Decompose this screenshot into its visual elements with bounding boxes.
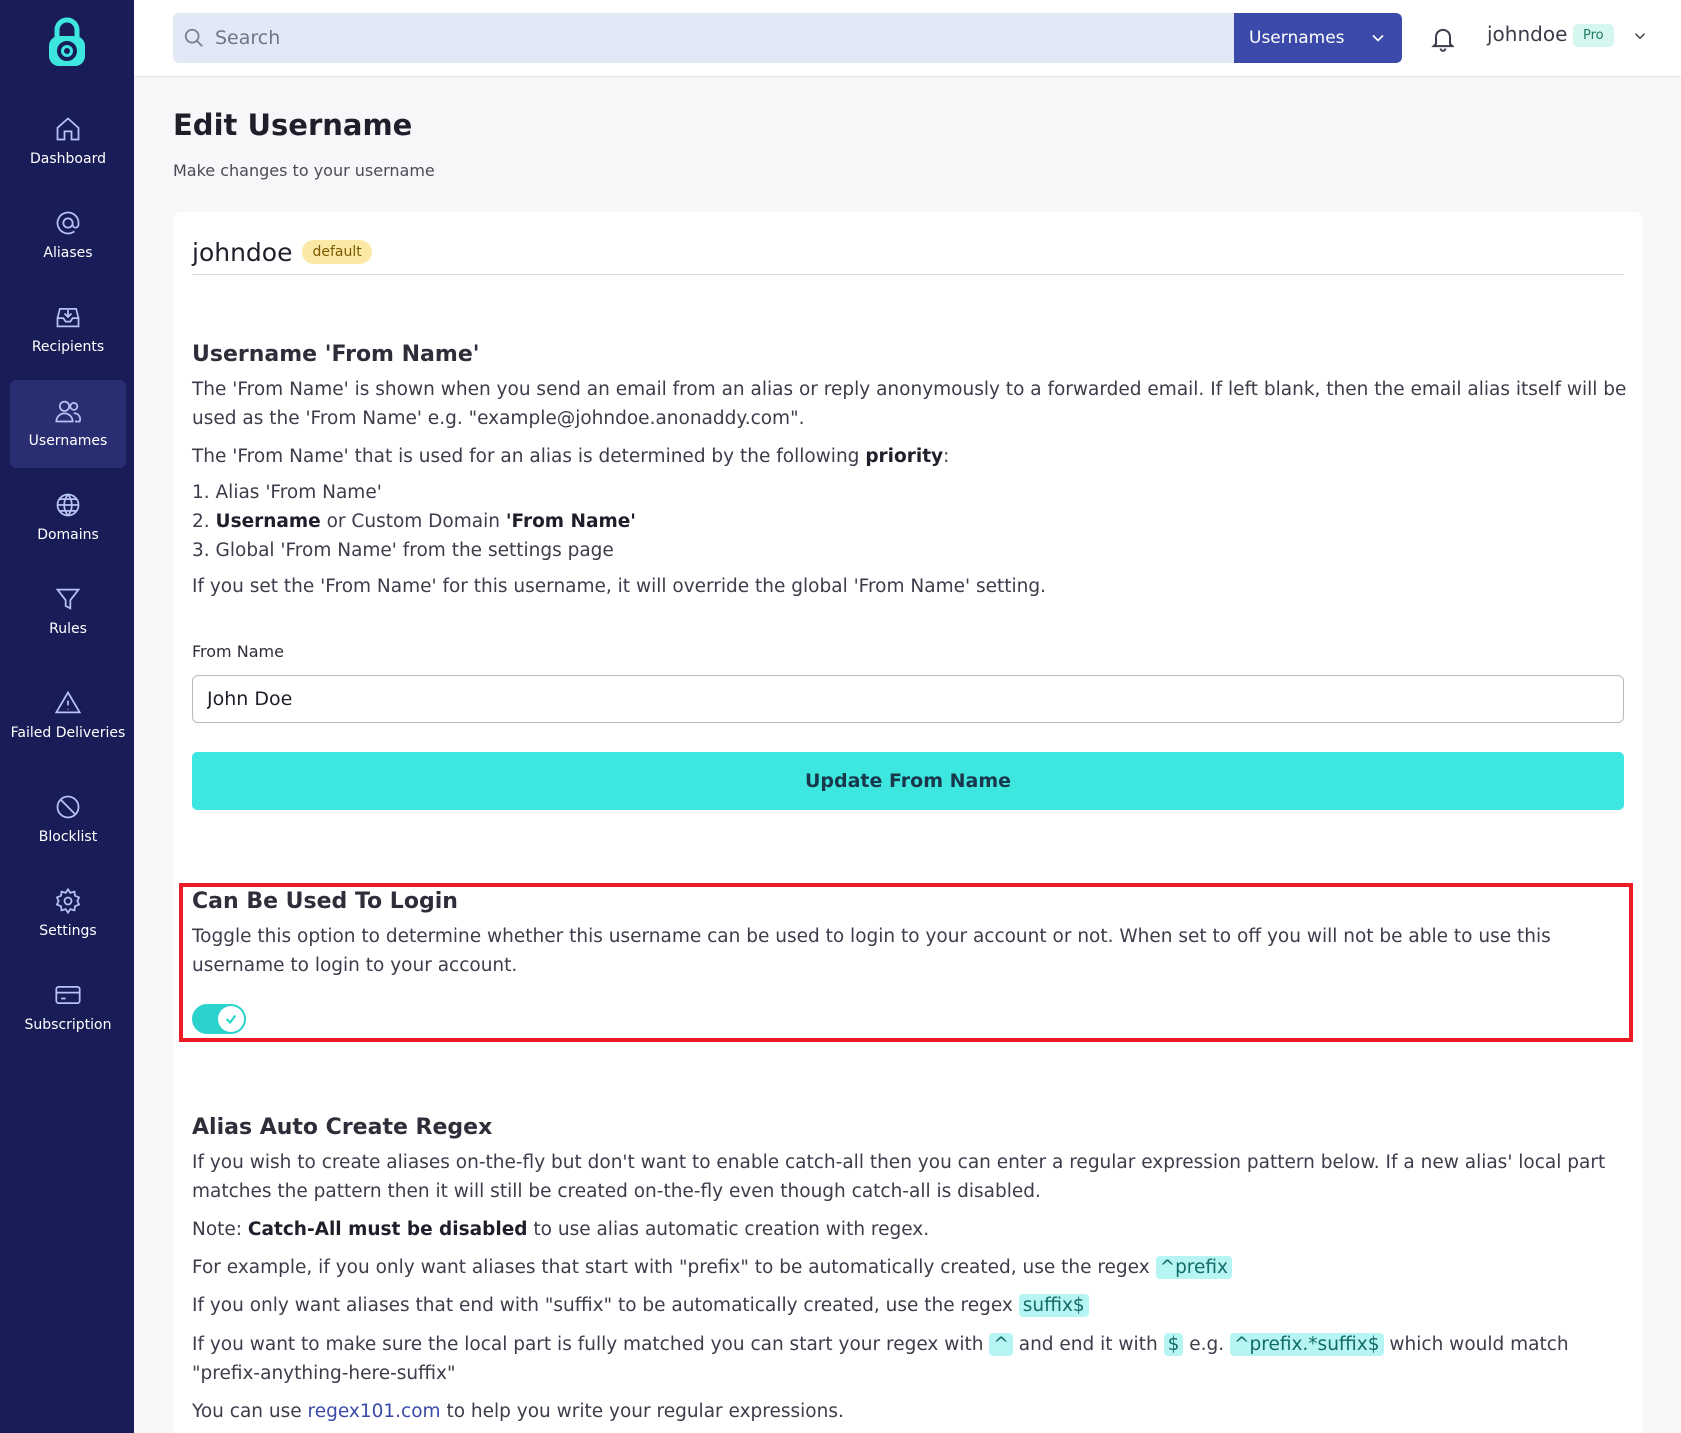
sidebar-item-label: Dashboard	[30, 150, 106, 167]
priority-intro: The 'From Name' that is used for an alia…	[192, 446, 950, 467]
regex-example-prefix: For example, if you only want aliases th…	[192, 1253, 1632, 1282]
priority-item-2: 2. Username or Custom Domain 'From Name'	[192, 511, 636, 532]
code-snippet: ^prefix.*suffix$	[1230, 1333, 1384, 1356]
warning-icon	[54, 690, 82, 713]
check-icon	[225, 1014, 237, 1025]
sidebar-item-label: Failed Deliveries	[10, 724, 126, 741]
block-icon	[56, 795, 80, 818]
sidebar-item-label: Recipients	[31, 338, 105, 355]
sidebar-item-label: Rules	[49, 620, 87, 637]
toggle-knob	[218, 1006, 244, 1032]
sidebar-item-subscription[interactable]: Subscription	[10, 964, 126, 1052]
chevron-down-icon	[1372, 34, 1384, 42]
username-title: johndoe	[192, 237, 293, 267]
anonaddy-logo-icon[interactable]	[44, 16, 90, 70]
username-card: johndoe default Username 'From Name' The…	[173, 212, 1643, 1433]
regex-note: Note: Catch-All must be disabled to use …	[192, 1219, 930, 1240]
credit-card-icon	[55, 985, 81, 1004]
regex-tool-note: You can use regex101.com to help you wri…	[192, 1401, 844, 1422]
login-description: Toggle this option to determine whether …	[192, 926, 1551, 976]
sidebar-item-blocklist[interactable]: Blocklist	[10, 776, 126, 864]
sidebar-item-recipients[interactable]: Recipients	[10, 286, 126, 374]
gear-icon	[55, 887, 81, 914]
regex-section-title: Alias Auto Create Regex	[192, 1115, 493, 1140]
code-snippet: $	[1163, 1333, 1184, 1356]
top-header: Usernames johndoe Pro	[134, 0, 1681, 77]
sidebar-item-label: Domains	[37, 526, 99, 543]
code-snippet: suffix$	[1018, 1294, 1089, 1317]
priority-item-3: 3. Global 'From Name' from the settings …	[192, 540, 614, 561]
page-subtitle: Make changes to your username	[173, 161, 435, 180]
home-icon	[56, 116, 80, 140]
from-name-input[interactable]	[192, 675, 1624, 723]
code-snippet: ^prefix	[1155, 1256, 1232, 1279]
override-note: If you set the 'From Name' for this user…	[192, 576, 1046, 597]
code-snippet: ^	[989, 1333, 1013, 1356]
user-menu-name[interactable]: johndoe	[1487, 22, 1567, 46]
sidebar-item-usernames[interactable]: Usernames	[10, 380, 126, 468]
regex101-link[interactable]: regex101.com	[308, 1401, 441, 1422]
sidebar-item-label: Aliases	[43, 244, 93, 261]
regex-description: If you wish to create aliases on-the-fly…	[192, 1152, 1606, 1202]
search-scope-label: Usernames	[1249, 28, 1345, 48]
regex-example-full-match: If you want to make sure the local part …	[192, 1333, 1569, 1384]
sidebar-item-aliases[interactable]: Aliases	[10, 192, 126, 280]
sidebar-item-settings[interactable]: Settings	[10, 870, 126, 958]
sidebar-item-label: Blocklist	[38, 828, 98, 845]
filter-icon	[55, 588, 81, 610]
inbox-icon	[56, 307, 80, 327]
from-name-label: From Name	[192, 642, 284, 661]
search-bar	[173, 13, 1234, 63]
sidebar-item-label: Usernames	[28, 432, 108, 449]
sidebar-item-rules[interactable]: Rules	[10, 568, 126, 656]
sidebar-item-label: Subscription	[24, 1016, 112, 1033]
chevron-down-icon[interactable]	[1631, 27, 1649, 45]
search-scope-select[interactable]: Usernames	[1234, 13, 1402, 63]
sidebar-item-domains[interactable]: Domains	[10, 474, 126, 562]
sidebar-nav: Dashboard Aliases Recipients Usernames D…	[10, 98, 126, 1058]
at-sign-icon	[56, 211, 80, 234]
plan-badge: Pro	[1573, 24, 1614, 47]
update-from-name-button[interactable]: Update From Name	[192, 752, 1624, 810]
login-toggle[interactable]	[192, 1004, 246, 1034]
regex-example-suffix: If you only want aliases that end with "…	[192, 1291, 1632, 1320]
sidebar-item-label: Settings	[39, 922, 97, 939]
sidebar-item-dashboard[interactable]: Dashboard	[10, 98, 126, 186]
users-icon	[55, 400, 81, 422]
globe-icon	[56, 493, 80, 516]
from-name-section-title: Username 'From Name'	[192, 342, 480, 367]
sidebar-item-failed-deliveries[interactable]: Failed Deliveries	[10, 662, 126, 770]
sidebar: Dashboard Aliases Recipients Usernames D…	[0, 0, 134, 1433]
search-icon	[184, 28, 203, 47]
from-name-description: The 'From Name' is shown when you send a…	[192, 379, 1627, 429]
priority-item-1: 1. Alias 'From Name'	[192, 482, 382, 503]
login-section-title: Can Be Used To Login	[192, 889, 458, 914]
default-badge: default	[302, 240, 372, 264]
card-header: johndoe default	[192, 230, 1624, 275]
bell-icon[interactable]	[1429, 24, 1457, 52]
search-input[interactable]	[215, 27, 1215, 49]
page-title: Edit Username	[173, 108, 413, 142]
